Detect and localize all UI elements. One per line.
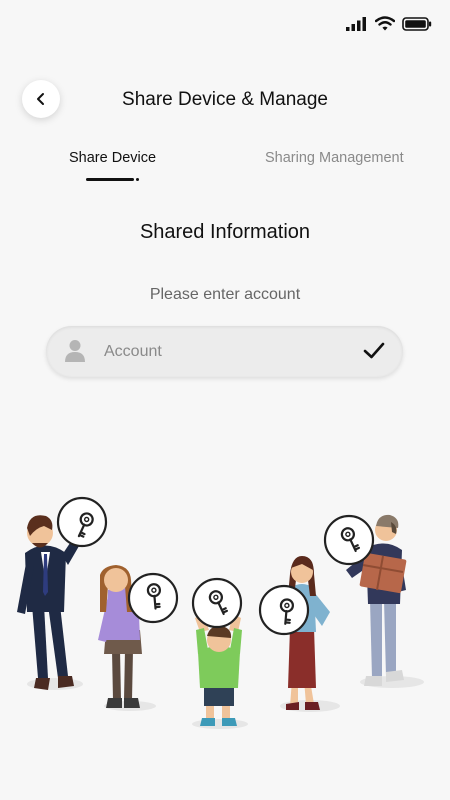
battery-icon	[402, 16, 432, 31]
person-woman-blue	[258, 556, 330, 710]
active-tab-indicator	[86, 178, 134, 181]
person-man-box	[323, 514, 407, 686]
signal-icon	[346, 16, 366, 31]
person-man-suit	[17, 496, 108, 690]
account-field[interactable]	[46, 326, 403, 377]
wifi-icon	[375, 16, 395, 31]
status-bar	[346, 16, 432, 31]
account-input[interactable]	[104, 326, 354, 377]
user-icon	[65, 340, 85, 362]
person-girl-lavender	[98, 565, 179, 708]
section-title: Shared Information	[139, 221, 311, 243]
account-prompt: Please enter account	[149, 286, 301, 303]
tab-indicator-dot	[136, 178, 139, 181]
check-icon[interactable]	[363, 341, 385, 361]
person-boy-green	[191, 577, 243, 726]
page-title: Share Device & Manage	[122, 89, 328, 110]
tab-sharing-management[interactable]: Sharing Management	[265, 150, 404, 166]
tab-share-device[interactable]: Share Device	[69, 150, 156, 166]
people-holding-keys-illustration	[17, 496, 424, 729]
